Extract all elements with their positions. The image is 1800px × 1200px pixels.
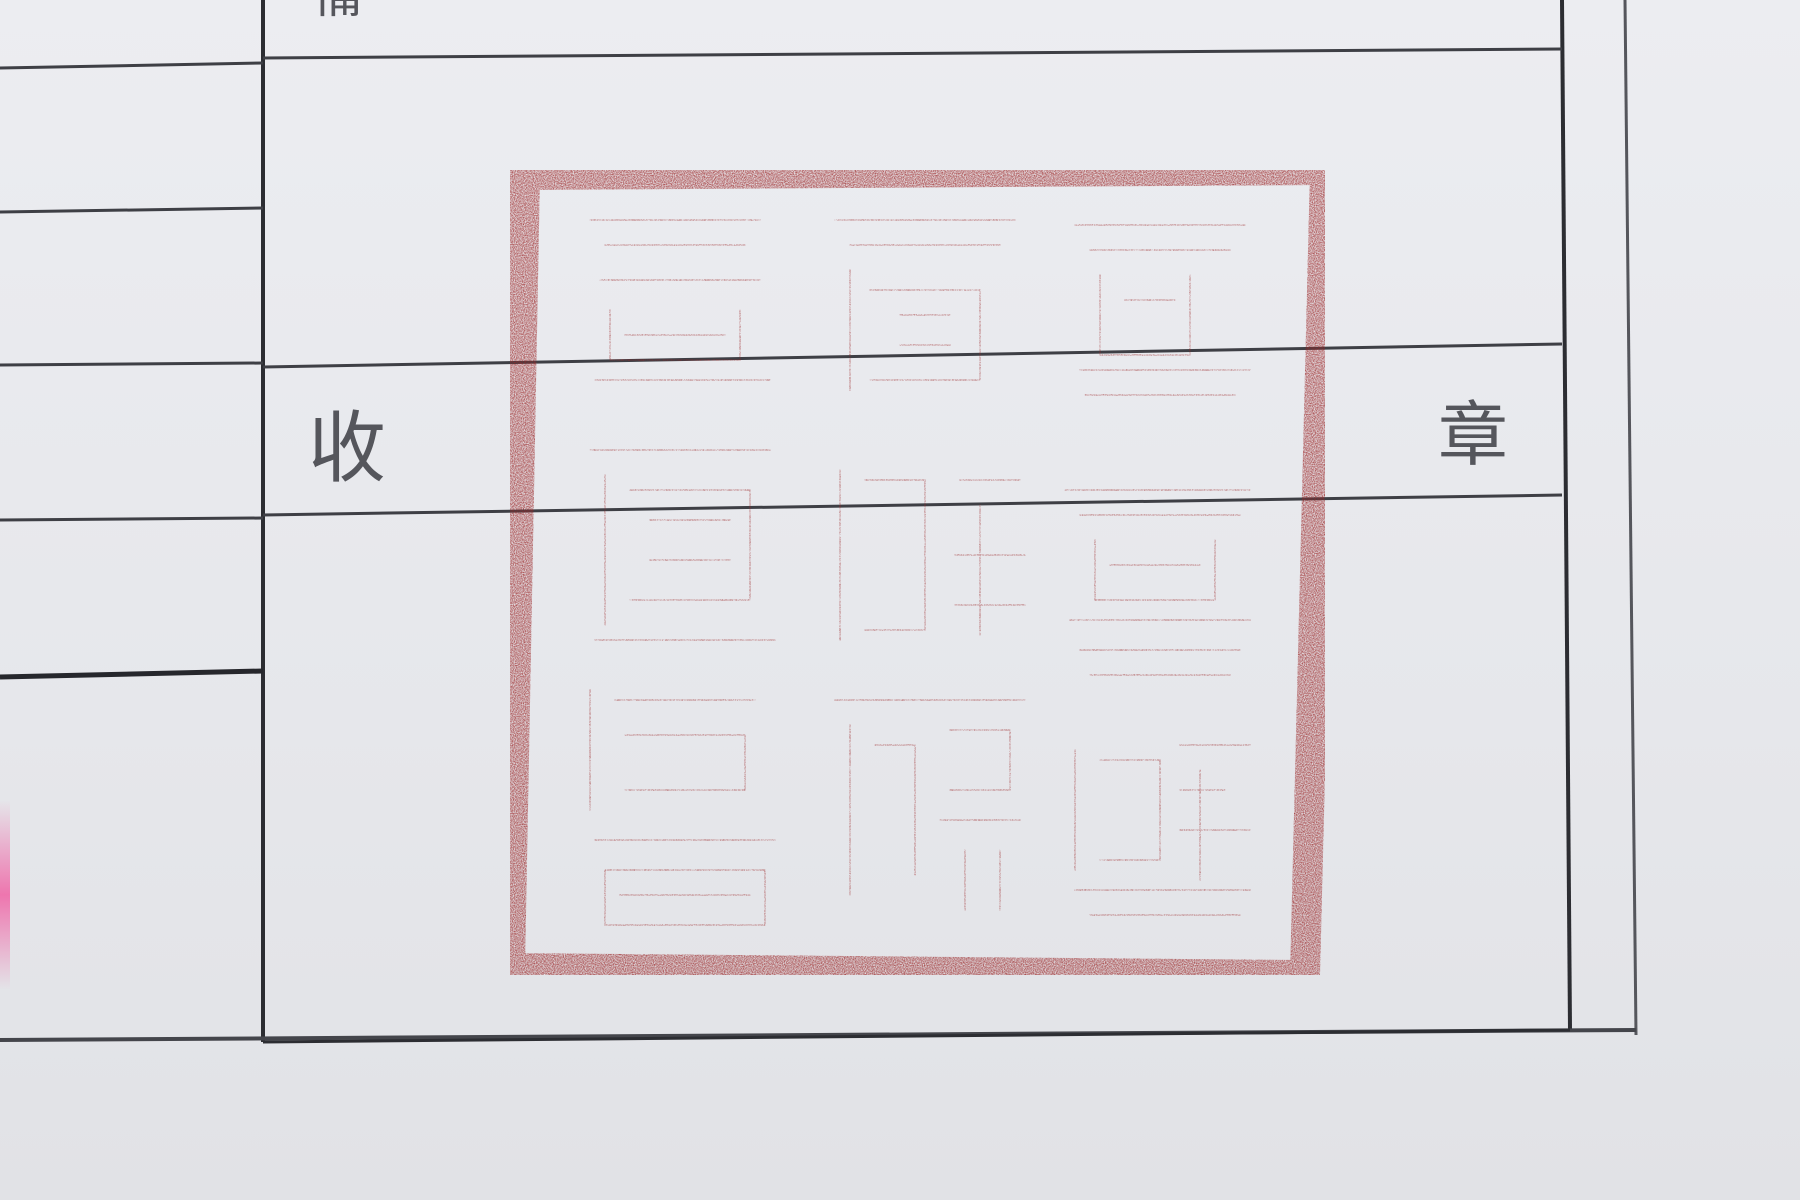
stamp-label: 章	[1438, 394, 1508, 476]
row-line-2	[262, 342, 1563, 369]
left-row-line-1	[0, 61, 264, 70]
left-row-line-4	[0, 516, 264, 522]
top-cell-label: 備	[313, 0, 363, 20]
form-grid	[0, 0, 1638, 1044]
left-row-line-2	[0, 206, 264, 214]
row-line-3	[262, 493, 1563, 517]
outer-right-border	[1623, 0, 1638, 1036]
left-row-line-5	[0, 668, 264, 680]
row-line-1	[262, 47, 1563, 60]
left-row-line-3	[0, 361, 264, 367]
document-page: 備 收 章	[0, 0, 1800, 1200]
receive-label: 收	[308, 404, 387, 494]
pink-edge-mark	[0, 800, 10, 990]
inner-right-border	[1560, 0, 1572, 1031]
